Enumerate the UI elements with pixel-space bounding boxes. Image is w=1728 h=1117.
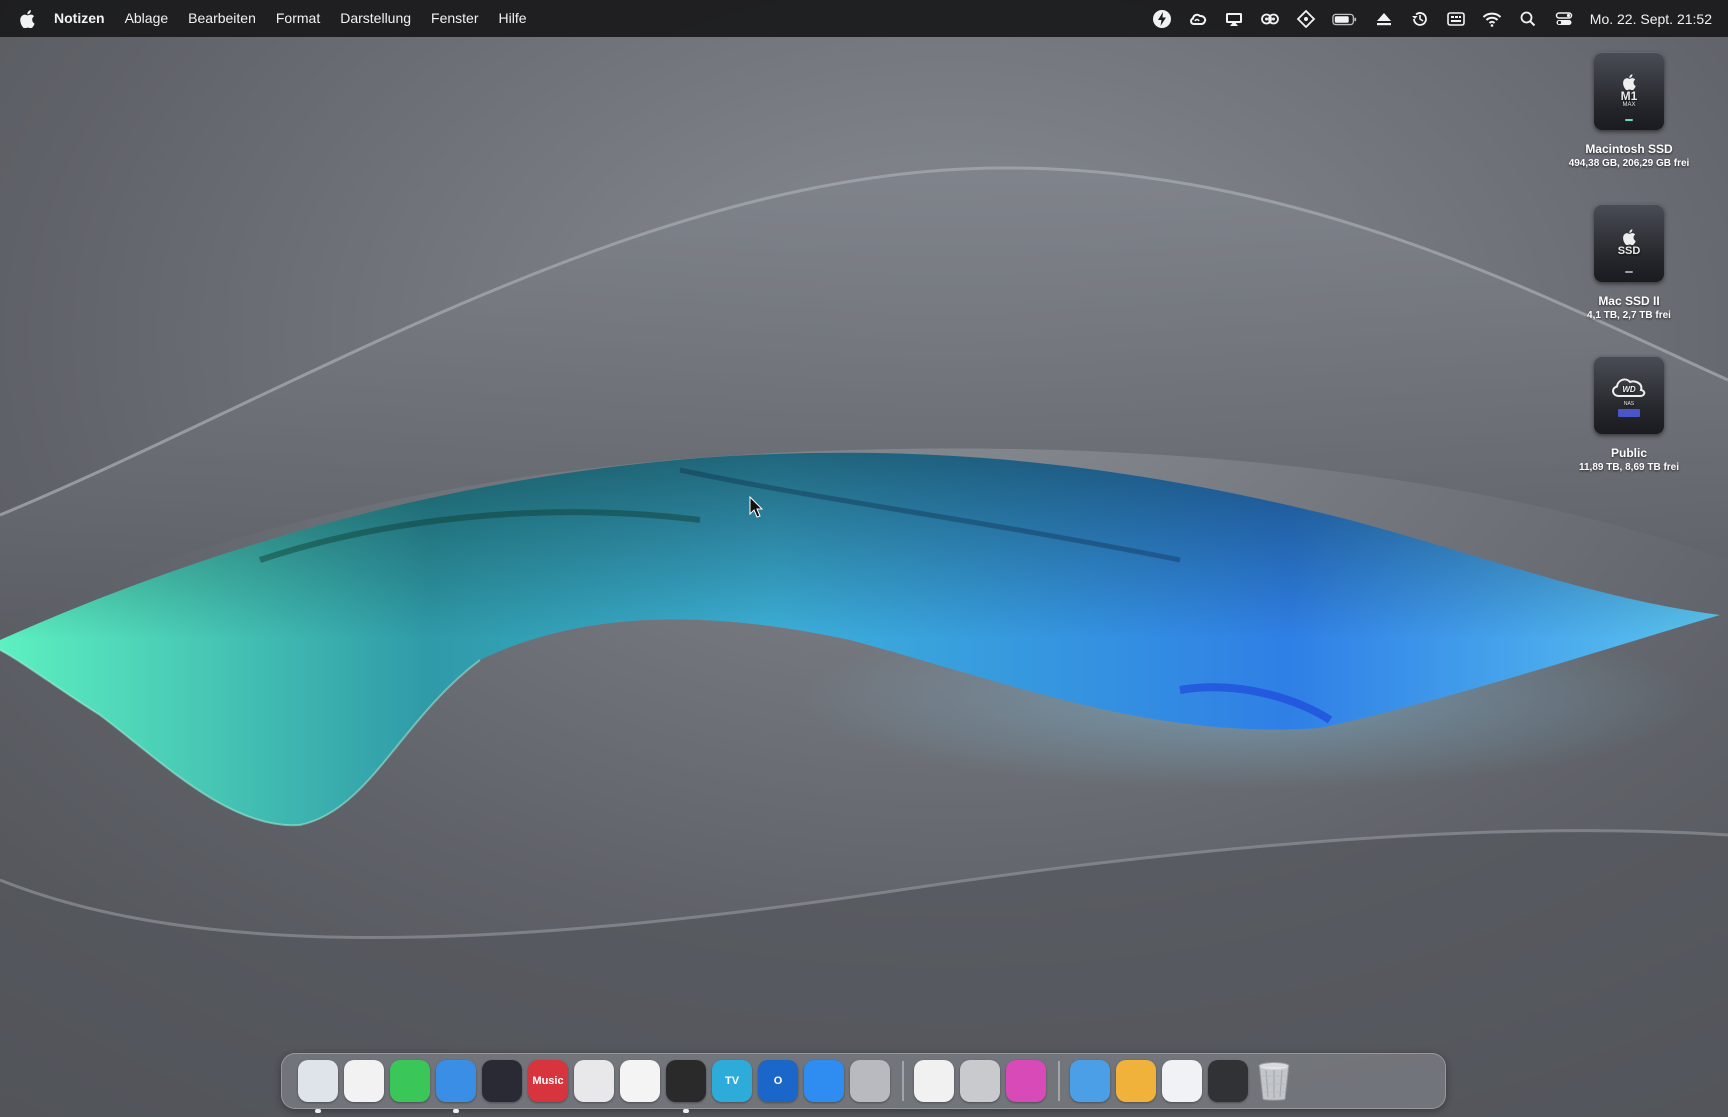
cleaner-icon[interactable] bbox=[1006, 1060, 1046, 1102]
apple-logo-icon[interactable] bbox=[14, 0, 40, 37]
drive-info: 11,89 TB, 8,69 TB frei bbox=[1578, 462, 1680, 473]
menu-darstellung[interactable]: Darstellung bbox=[330, 0, 421, 37]
messages-icon[interactable] bbox=[390, 1060, 430, 1102]
finder-icon[interactable] bbox=[298, 1060, 338, 1113]
dock-app-label: Music bbox=[532, 1075, 564, 1087]
drive-led bbox=[1625, 271, 1633, 273]
drive-led bbox=[1625, 119, 1633, 121]
menu-fenster[interactable]: Fenster bbox=[421, 0, 488, 37]
drive-info: 494,38 GB, 206,29 GB frei bbox=[1568, 158, 1690, 169]
gpu-monitor-icon[interactable] bbox=[850, 1060, 890, 1102]
lightning-icon[interactable] bbox=[1151, 8, 1173, 30]
network-drive-icon: WD NAS bbox=[1594, 356, 1664, 434]
calendar-icon[interactable] bbox=[620, 1060, 660, 1102]
cast-icon[interactable] bbox=[1223, 8, 1245, 30]
dock-separator bbox=[902, 1061, 904, 1101]
recycle-icon[interactable] bbox=[960, 1060, 1000, 1102]
drive-icon-label: WD bbox=[1622, 385, 1636, 394]
desktop-drive-mac-ssd-ii[interactable]: SSD Mac SSD II 4,1 TB, 2,7 TB frei bbox=[1544, 204, 1714, 321]
menu-bar-left: Notizen Ablage Bearbeiten Format Darstel… bbox=[0, 0, 537, 37]
color-picker-icon[interactable] bbox=[574, 1060, 614, 1102]
dock-separator bbox=[1058, 1061, 1060, 1101]
desktop-wallpaper bbox=[0, 0, 1728, 1117]
music-icon[interactable]: Music bbox=[528, 1060, 568, 1102]
applications-folder-icon[interactable] bbox=[1116, 1060, 1156, 1102]
running-indicator bbox=[315, 1109, 321, 1113]
drive-icon-label: M1 bbox=[1620, 89, 1638, 103]
creative-cloud-icon[interactable] bbox=[1187, 8, 1209, 30]
trash-icon[interactable] bbox=[1254, 1060, 1294, 1102]
drive-icon-sublabel: NAS bbox=[1623, 400, 1635, 407]
dock: Music TV O bbox=[281, 1053, 1446, 1113]
airdrop-icon[interactable] bbox=[1162, 1060, 1202, 1102]
battery-icon[interactable] bbox=[1331, 8, 1359, 30]
menu-hilfe[interactable]: Hilfe bbox=[489, 0, 537, 37]
drive-name: Public bbox=[1610, 446, 1647, 460]
photoshop-script-icon[interactable] bbox=[914, 1060, 954, 1102]
external-drive-icon: SSD bbox=[1594, 204, 1664, 282]
control-center-icon[interactable] bbox=[1553, 8, 1575, 30]
firefox-icon[interactable] bbox=[482, 1060, 522, 1102]
notes-z-icon[interactable] bbox=[666, 1060, 706, 1113]
internal-drive-icon: M1 MAX bbox=[1594, 52, 1664, 130]
drive-info: 4,1 TB, 2,7 TB frei bbox=[1587, 310, 1671, 321]
keyboard-icon[interactable] bbox=[1445, 8, 1467, 30]
drive-name: Mac SSD II bbox=[1598, 294, 1660, 308]
running-indicator bbox=[683, 1109, 689, 1113]
dock-apps: Music TV O bbox=[298, 1060, 1254, 1113]
menu-bar-clock[interactable]: Mo. 22. Sept. 21:52 bbox=[1582, 11, 1728, 27]
outlook-icon[interactable]: O bbox=[758, 1060, 798, 1102]
dock-app-label: TV bbox=[724, 1075, 740, 1087]
move-icon[interactable] bbox=[1295, 8, 1317, 30]
drive-icon-label: SSD bbox=[1617, 245, 1641, 257]
running-indicator bbox=[453, 1109, 459, 1113]
menu-bar: Notizen Ablage Bearbeiten Format Darstel… bbox=[0, 0, 1728, 37]
drive-name: Macintosh SSD bbox=[1585, 142, 1673, 156]
dock-app-label: O bbox=[773, 1075, 783, 1087]
menu-bearbeiten[interactable]: Bearbeiten bbox=[178, 0, 266, 37]
menu-bar-status: Mo. 22. Sept. 21:52 bbox=[1144, 0, 1728, 37]
safari-icon[interactable] bbox=[436, 1060, 476, 1113]
menu-ablage[interactable]: Ablage bbox=[115, 0, 179, 37]
search-icon[interactable] bbox=[1517, 8, 1539, 30]
screenshot-icon[interactable] bbox=[1208, 1060, 1248, 1102]
drive-sticker bbox=[1618, 408, 1640, 417]
launchpad-icon[interactable] bbox=[344, 1060, 384, 1102]
menu-format[interactable]: Format bbox=[266, 0, 330, 37]
apple-tv-icon[interactable]: TV bbox=[712, 1060, 752, 1102]
desktop-drive-macintosh-ssd[interactable]: M1 MAX Macintosh SSD 494,38 GB, 206,29 G… bbox=[1544, 52, 1714, 169]
drive-icon-sublabel: MAX bbox=[1622, 102, 1636, 108]
downloads-folder-icon[interactable] bbox=[1070, 1060, 1110, 1102]
mask-icon[interactable] bbox=[1259, 8, 1281, 30]
menu-app-name[interactable]: Notizen bbox=[54, 0, 115, 37]
desktop-drive-public[interactable]: WD NAS Public 11,89 TB, 8,69 TB frei bbox=[1544, 356, 1714, 473]
time-machine-icon[interactable] bbox=[1409, 8, 1431, 30]
wifi-icon[interactable] bbox=[1481, 8, 1503, 30]
app-store-icon[interactable] bbox=[804, 1060, 844, 1102]
eject-icon[interactable] bbox=[1373, 8, 1395, 30]
